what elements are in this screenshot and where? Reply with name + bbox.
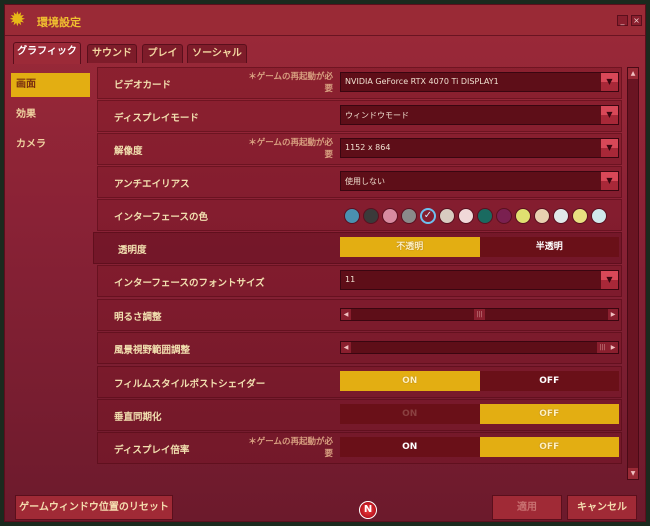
color-swatch[interactable] (439, 208, 455, 224)
chevron-down-icon[interactable]: ▼ (601, 172, 618, 190)
off-option[interactable]: OFF (479, 371, 619, 391)
restart-note: ＊ゲームの再起動が必要 (248, 437, 333, 459)
on-option[interactable]: ON (340, 404, 480, 424)
arrow-right-icon[interactable]: ▶ (608, 342, 618, 353)
row-ui-color: インターフェースの色 ✓ (97, 199, 622, 231)
color-swatch[interactable] (534, 208, 550, 224)
row-vsync: 垂直同期化 ON OFF (97, 399, 622, 431)
label: 透明度 (118, 245, 147, 256)
arrow-left-icon[interactable]: ◀ (341, 342, 351, 353)
video-card-select[interactable]: NVIDIA GeForce RTX 4070 Ti DISPLAY1 ▼ (340, 72, 619, 92)
row-display-mode: ディスプレイモード ウィンドウモード ▼ (97, 100, 622, 132)
color-swatch[interactable] (401, 208, 417, 224)
title-bar: ✹ 環境設定 _ × (5, 5, 645, 36)
font-size-select[interactable]: 11 ▼ (340, 270, 619, 290)
label: インターフェースの色 (114, 212, 208, 223)
value: NVIDIA GeForce RTX 4070 Ti DISPLAY1 (345, 77, 499, 86)
brightness-slider[interactable]: ◀ ||| ▶ (340, 308, 619, 321)
gear-icon: ✹ (9, 7, 26, 31)
row-resolution: 解像度 ＊ゲームの再起動が必要 1152 x 864 ▼ (97, 133, 622, 165)
restart-note: ＊ゲームの再起動が必要 (248, 138, 333, 160)
row-view-range: 風景視野範囲調整 ◀ ||| ▶ (97, 332, 622, 364)
color-swatch[interactable] (572, 208, 588, 224)
color-swatch[interactable] (344, 208, 360, 224)
chevron-down-icon[interactable]: ▼ (601, 73, 618, 91)
scroll-down-icon[interactable]: ▼ (628, 468, 638, 479)
slider-thumb[interactable]: ||| (597, 342, 608, 353)
on-option[interactable]: ON (340, 371, 480, 391)
label: 風景視野範囲調整 (114, 345, 191, 356)
chevron-down-icon[interactable]: ▼ (601, 139, 618, 157)
color-swatch[interactable] (591, 208, 607, 224)
label: ディスプレイモード (114, 113, 199, 124)
row-brightness: 明るさ調整 ◀ ||| ▶ (97, 299, 622, 331)
row-video-card: ビデオカード ＊ゲームの再起動が必要 NVIDIA GeForce RTX 40… (97, 67, 622, 99)
reset-window-position-button[interactable]: ゲームウィンドウ位置のリセット (15, 495, 173, 520)
label: ビデオカード (114, 80, 172, 91)
transparency-toggle: 不透明 半透明 (340, 237, 619, 257)
color-swatch[interactable] (496, 208, 512, 224)
film-shader-toggle: ON OFF (340, 371, 619, 391)
on-option[interactable]: ON (340, 437, 480, 457)
label: 解像度 (114, 146, 143, 157)
off-option[interactable]: OFF (479, 437, 619, 457)
tab-social[interactable]: ソーシャル (187, 44, 247, 63)
row-film-shader: フィルムスタイルポストシェイダー ON OFF (97, 366, 622, 398)
arrow-right-icon[interactable]: ▶ (608, 309, 618, 320)
chevron-down-icon[interactable]: ▼ (601, 106, 618, 124)
display-mode-select[interactable]: ウィンドウモード ▼ (340, 105, 619, 125)
color-swatch[interactable] (553, 208, 569, 224)
arrow-left-icon[interactable]: ◀ (341, 309, 351, 320)
color-swatches: ✓ (344, 208, 607, 224)
cancel-button[interactable]: キャンセル (567, 495, 637, 520)
restart-note: ＊ゲームの再起動が必要 (248, 72, 333, 94)
scrollbar[interactable]: ▲ ▼ (627, 67, 639, 480)
opaque-option[interactable]: 不透明 (340, 237, 480, 257)
color-swatch[interactable]: ✓ (420, 208, 436, 224)
label: アンチエイリアス (114, 179, 190, 190)
color-swatch[interactable] (458, 208, 474, 224)
tab-sound[interactable]: サウンド (87, 44, 137, 63)
chevron-down-icon[interactable]: ▼ (601, 271, 618, 289)
label: フィルムスタイルポストシェイダー (114, 379, 266, 390)
n-logo-icon: N (359, 501, 377, 519)
view-range-slider[interactable]: ◀ ||| ▶ (340, 341, 619, 354)
color-swatch[interactable] (382, 208, 398, 224)
vsync-toggle: ON OFF (340, 404, 619, 424)
tab-play[interactable]: プレイ (142, 44, 183, 63)
scroll-up-icon[interactable]: ▲ (628, 68, 638, 79)
color-swatch[interactable] (477, 208, 493, 224)
display-scale-toggle: ON OFF (340, 437, 619, 457)
off-option[interactable]: OFF (479, 404, 619, 424)
row-display-scale: ディスプレイ倍率 ＊ゲームの再起動が必要 ON OFF (97, 432, 622, 464)
resolution-select[interactable]: 1152 x 864 ▼ (340, 138, 619, 158)
color-swatch[interactable] (363, 208, 379, 224)
row-antialias: アンチエイリアス 使用しない ▼ (97, 166, 622, 198)
sidebar-item-effects[interactable]: 効果 (11, 103, 90, 127)
label: 明るさ調整 (114, 312, 162, 323)
label: インターフェースのフォントサイズ (114, 278, 265, 289)
row-transparency: 透明度 不透明 半透明 (93, 232, 622, 264)
value: 1152 x 864 (345, 143, 391, 152)
settings-window: ✹ 環境設定 _ × グラフィック サウンド プレイ ソーシャル 画面 効果 カ… (4, 4, 646, 522)
value: 使用しない (345, 177, 385, 186)
window-title: 環境設定 (37, 16, 81, 29)
value: ウィンドウモード (345, 111, 409, 120)
color-swatch[interactable] (515, 208, 531, 224)
label: 垂直同期化 (114, 412, 162, 423)
minimize-button[interactable]: _ (617, 15, 628, 26)
value: 11 (345, 275, 356, 284)
tab-graphics[interactable]: グラフィック (13, 42, 81, 64)
row-font-size: インターフェースのフォントサイズ 11 ▼ (97, 265, 622, 297)
close-button[interactable]: × (631, 15, 642, 26)
apply-button[interactable]: 適用 (492, 495, 562, 520)
semi-transparent-option[interactable]: 半透明 (479, 237, 619, 257)
antialias-select[interactable]: 使用しない ▼ (340, 171, 619, 191)
slider-thumb[interactable]: ||| (474, 309, 485, 320)
label: ディスプレイ倍率 (114, 445, 190, 456)
sidebar-item-camera[interactable]: カメラ (11, 133, 90, 157)
sidebar-item-screen[interactable]: 画面 (11, 73, 90, 97)
